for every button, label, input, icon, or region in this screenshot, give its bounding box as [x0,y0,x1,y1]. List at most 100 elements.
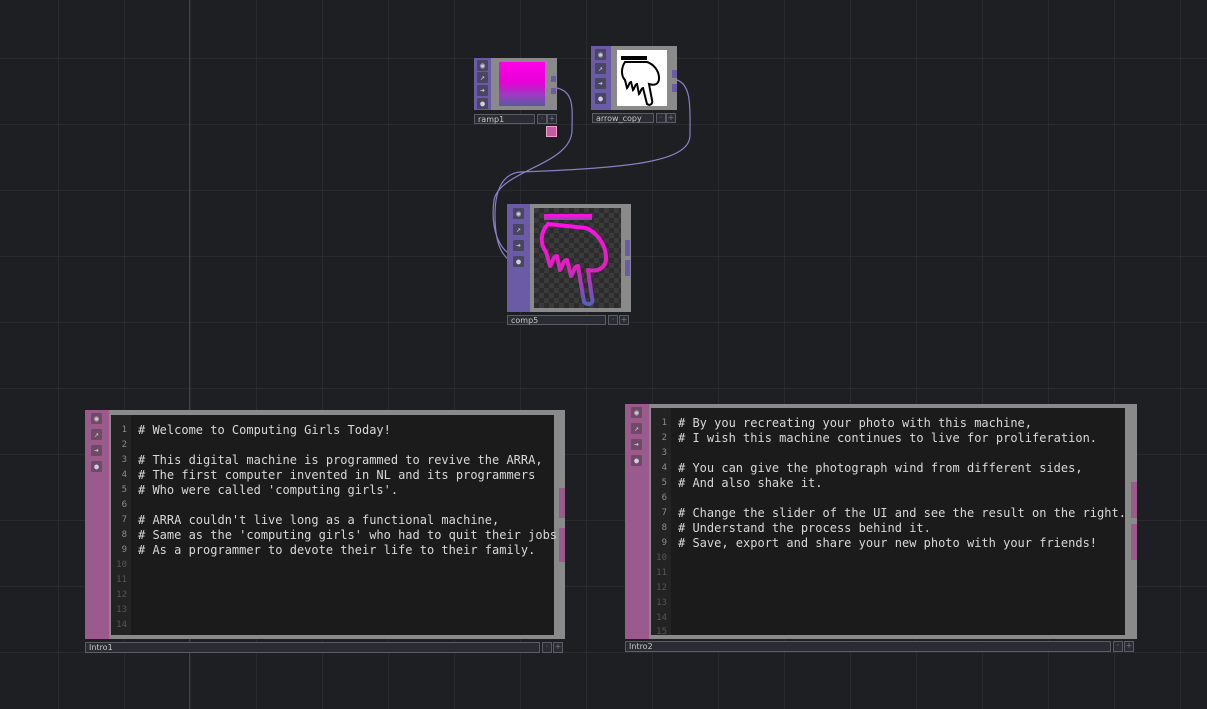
code-line: # Change the slider of the UI and see th… [678,506,1126,520]
bypass-icon[interactable]: ↗ [631,423,642,434]
line-number: 10 [656,553,667,563]
output-port[interactable] [1131,524,1137,560]
bypass-icon[interactable]: ↗ [513,224,524,235]
node-label[interactable]: comp5 [507,315,606,325]
input-port[interactable] [507,250,513,268]
text-editor[interactable]: 1 2 3 4 5 6 7 8 9 10 11 12 13 14 15 # By… [651,408,1126,635]
line-number: 13 [656,598,667,608]
line-number: 14 [116,620,127,630]
output-port[interactable] [625,260,630,276]
output-port[interactable] [625,240,630,256]
arrow-icon[interactable]: ➔ [477,85,488,96]
node-comp5[interactable]: ◉ ↗ ➔ ● comp5 · + [507,204,632,325]
bypass-icon[interactable]: ↗ [477,72,488,83]
flag-badge [546,126,557,137]
line-number: 6 [121,500,127,510]
node-menu-button[interactable]: · [1113,641,1123,652]
code-line: # Understand the process behind it. [678,521,931,535]
viewer-icon[interactable]: ◉ [595,49,606,60]
viewer-icon[interactable]: ◉ [631,407,642,418]
lock-icon[interactable]: ● [595,93,606,104]
code-line: # As a programmer to devote their life t… [138,543,536,557]
node-label[interactable]: ramp1 [474,114,535,124]
line-number: 5 [661,478,667,488]
plus-icon[interactable]: + [547,114,557,124]
output-port[interactable] [1131,482,1137,518]
viewer-icon[interactable]: ◉ [91,413,102,424]
arrow-icon[interactable]: ➔ [91,445,102,456]
arrow-icon[interactable]: ➔ [513,240,524,251]
bypass-icon[interactable]: ↗ [91,429,102,440]
code-line: # The first computer invented in NL and … [138,468,536,482]
hand-cursor-icon [539,214,608,307]
dat-intro1[interactable]: ◉ ↗ ➔ ● 1 2 3 4 5 6 7 8 9 10 11 12 13 14… [85,410,566,654]
node-side-panel: ◉ ↗ ➔ ● [625,404,649,639]
node-viewer[interactable] [611,46,677,110]
node-side-panel: ◉ ↗ ➔ ● [474,58,491,110]
output-port[interactable] [559,488,565,518]
line-number: 1 [661,418,667,428]
code-line: # Save, export and share your new photo … [678,536,1098,550]
plus-icon[interactable]: + [666,113,676,123]
line-number: 13 [116,605,127,615]
line-number: 4 [121,470,127,480]
line-number-gutter: 1 2 3 4 5 6 7 8 9 10 11 12 13 14 [111,415,131,635]
node-menu-button[interactable]: · [537,114,547,124]
plus-icon[interactable]: + [553,642,563,653]
plus-icon[interactable]: + [1124,641,1134,652]
node-label[interactable]: arrow_copy [592,113,654,123]
code-line: # ARRA couldn't live long as a functiona… [138,513,500,527]
node-side-panel: ◉ ↗ ➔ ● [85,410,109,639]
node-arrow-copy[interactable]: ◉ ↗ ➔ ● arrow_copy · + [591,46,678,124]
line-number: 3 [661,448,667,458]
node-side-panel: ◉ ↗ ➔ ● [591,46,611,110]
node-menu-button[interactable]: · [542,642,552,653]
ramp-preview [499,62,545,106]
lock-icon[interactable]: ● [631,455,642,466]
node-ramp1[interactable]: ◉ ↗ ➔ ● ramp1 · + [474,58,558,137]
text-editor[interactable]: 1 2 3 4 5 6 7 8 9 10 11 12 13 14 # Welco… [111,415,558,635]
line-number: 1 [121,425,127,435]
line-number: 7 [121,515,127,525]
code-line: # Welcome to Computing Girls Today! [138,423,391,437]
line-number: 10 [116,560,127,570]
node-menu-button[interactable]: · [608,315,618,325]
line-number: 8 [121,530,127,540]
line-number: 12 [656,583,667,593]
output-port[interactable] [551,88,556,94]
line-number: 15 [656,627,667,635]
lock-icon[interactable]: ● [91,461,102,472]
node-label[interactable]: Intro1 [85,642,540,653]
bypass-icon[interactable]: ↗ [595,63,606,74]
code-line: # This digital machine is programmed to … [138,453,543,467]
code-line: # By you recreating your photo with this… [678,416,1033,430]
line-number: 7 [661,508,667,518]
arrow-icon[interactable]: ➔ [595,78,606,89]
dat-intro2[interactable]: ◉ ↗ ➔ ● 1 2 3 4 5 6 7 8 9 10 11 12 13 14… [625,404,1138,654]
plus-icon[interactable]: + [619,315,629,325]
line-number: 12 [116,590,127,600]
code-line: # And also shake it. [678,476,823,490]
line-number: 2 [661,433,667,443]
code-line: # Same as the 'computing girls' who had … [138,528,558,542]
output-port[interactable] [672,84,677,92]
arrow-icon[interactable]: ➔ [631,439,642,450]
hand-preview [617,50,667,106]
node-label[interactable]: Intro2 [625,641,1111,652]
viewer-icon[interactable]: ◉ [513,208,524,219]
line-number-gutter: 1 2 3 4 5 6 7 8 9 10 11 12 13 14 15 [651,408,671,635]
line-number: 9 [121,545,127,555]
lock-icon[interactable]: ● [477,98,488,109]
code-line: # Who were called 'computing girls'. [138,483,399,497]
output-port[interactable] [551,76,556,82]
node-menu-button[interactable]: · [656,113,666,123]
output-port[interactable] [672,70,677,78]
node-viewer[interactable] [530,204,631,312]
lock-icon[interactable]: ● [513,256,524,267]
composite-preview [534,208,621,308]
hand-cursor-icon [621,56,661,106]
line-number: 11 [656,568,667,578]
node-viewer[interactable] [491,58,557,110]
viewer-icon[interactable]: ◉ [477,60,488,71]
output-port[interactable] [559,528,565,562]
